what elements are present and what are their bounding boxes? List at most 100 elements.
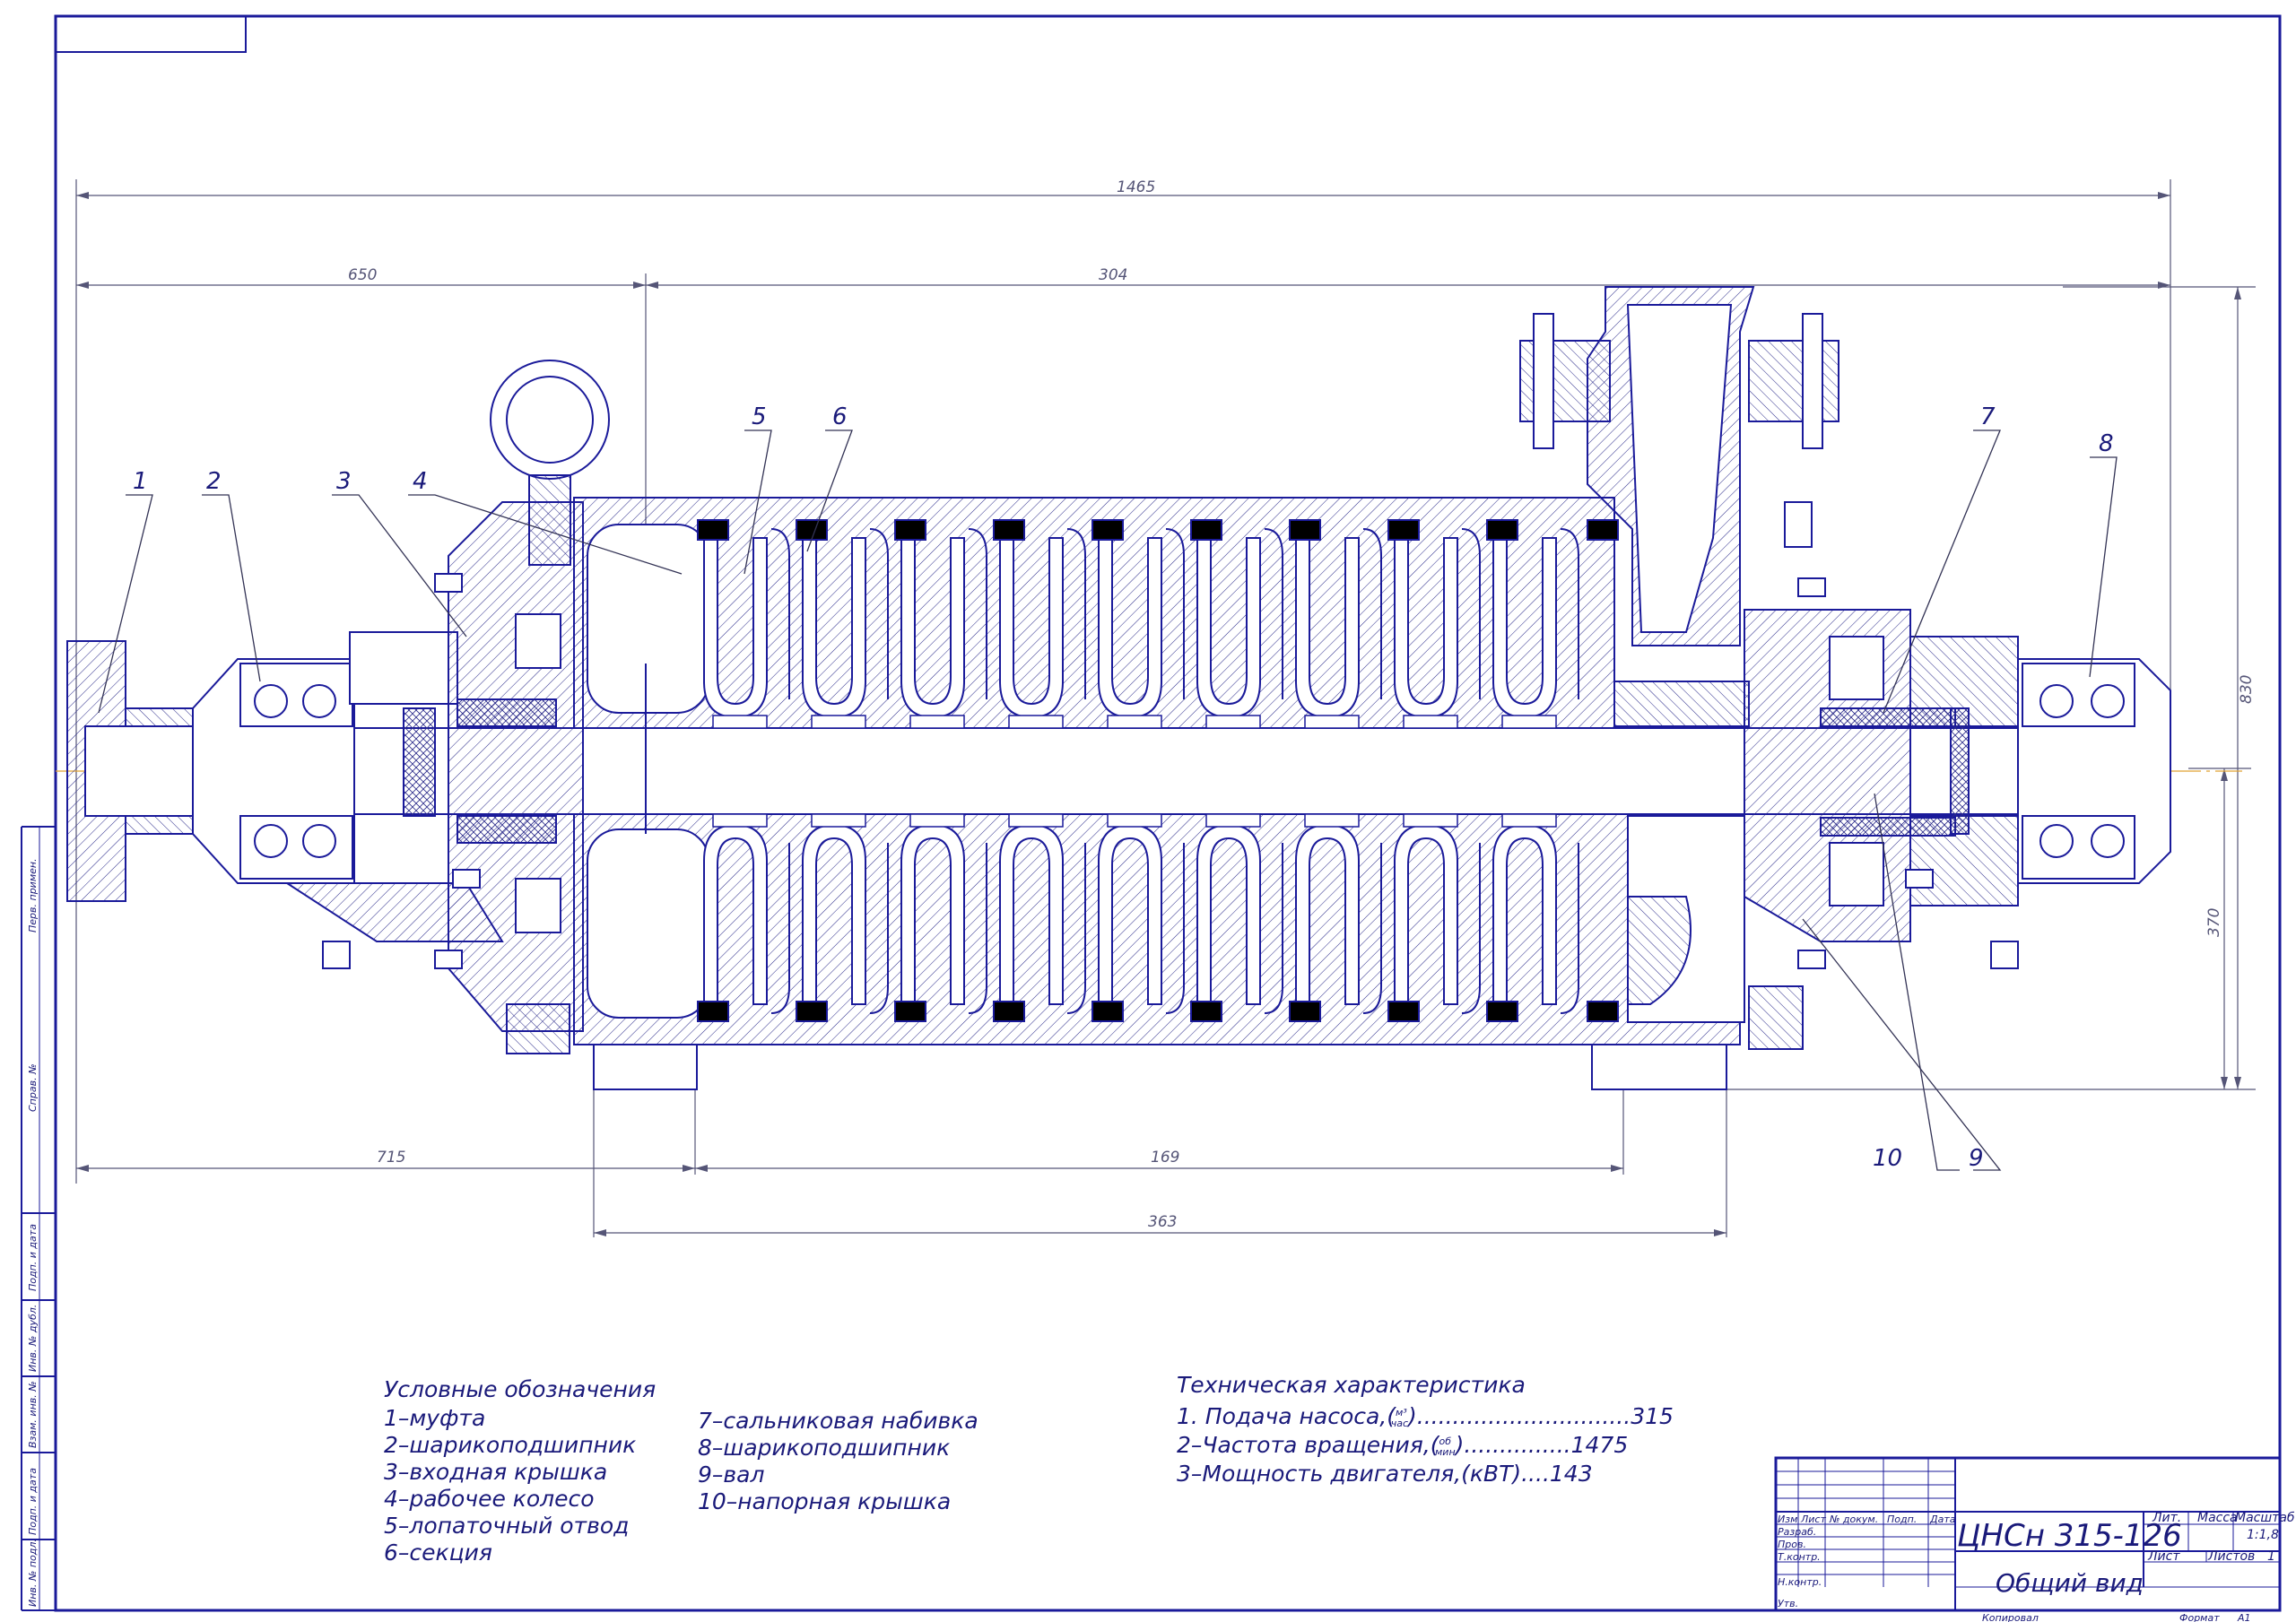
tb-col: Подп. — [1887, 1514, 1917, 1525]
seal-ring-top — [1091, 519, 1124, 541]
seal-ring-bottom — [1190, 1001, 1222, 1022]
seal-ring-top — [1190, 519, 1222, 541]
legend-item: 7–сальниковая набивка — [698, 1408, 978, 1434]
callout-7: 7 — [1980, 403, 1996, 430]
seal-ring-bottom — [1587, 1001, 1619, 1022]
tb-name: Общий вид — [1996, 1568, 2144, 1598]
stage-hub — [1403, 715, 1458, 729]
tb-row: Т.контр. — [1778, 1551, 1821, 1563]
tb-col: Изм — [1778, 1514, 1797, 1525]
tech-line-2: 2–Частота вращения,( — [1177, 1432, 1440, 1458]
dim-span: 304 — [1099, 266, 1127, 284]
tb-row: Разраб. — [1778, 1526, 1816, 1538]
tb-sheets: Листов — [2207, 1549, 2255, 1564]
tb-row: Н.контр. — [1778, 1576, 1822, 1588]
title-block-text: Изм Лист № докум. Подп. Дата Разраб. Про… — [1778, 1511, 2295, 1622]
dim-bottom-mid: 169 — [1151, 1149, 1179, 1167]
stage-hub — [1304, 715, 1360, 729]
stage-hub — [1304, 813, 1360, 828]
seal-ring-bottom — [1091, 1001, 1124, 1022]
tb-col: Лист — [1800, 1514, 1826, 1525]
seal-ring-bottom — [796, 1001, 828, 1022]
tb-col: № докум. — [1829, 1514, 1878, 1525]
seal-ring-top — [796, 519, 828, 541]
dim-height-total: 830 — [2238, 675, 2256, 704]
stage-hub — [1107, 715, 1162, 729]
seal-ring-top — [1387, 519, 1420, 541]
tb-format: Формат — [2179, 1612, 2220, 1622]
stage-hub — [1205, 813, 1261, 828]
callout-8: 8 — [2099, 430, 2114, 457]
tech-title: Техническая характеристика — [1177, 1372, 1526, 1398]
legend-item: 1–муфта — [384, 1405, 485, 1431]
dim-overall: 1465 — [1117, 178, 1155, 196]
tb-sheet: Лист — [2147, 1549, 2180, 1564]
callout-6: 6 — [832, 403, 848, 430]
legend-item: 8–шарикоподшипник — [698, 1435, 950, 1461]
stage-hub — [1205, 715, 1261, 729]
seal-ring-top — [993, 519, 1025, 541]
stage-hub — [712, 813, 768, 828]
dim-bottom-total: 363 — [1148, 1213, 1177, 1231]
legend-item: 2–шарикоподшипник — [384, 1432, 636, 1458]
seal-ring-bottom — [1289, 1001, 1321, 1022]
stage-hub — [811, 813, 866, 828]
tech-line-1: 1. Подача насоса,( — [1177, 1403, 1396, 1429]
legend-item: 9–вал — [698, 1462, 764, 1488]
coupling — [66, 640, 194, 902]
legend-item: 5–лопаточный отвод — [384, 1513, 629, 1539]
seal-ring-top — [1587, 519, 1619, 541]
callout-5: 5 — [752, 403, 767, 430]
callout-1: 1 — [133, 468, 148, 495]
tech-value-2: )...............1475 — [1454, 1432, 1629, 1458]
tb-format-value: А1 — [2237, 1612, 2251, 1622]
side-stamp-6: Подп. и дата — [27, 1468, 39, 1535]
callout-4: 4 — [413, 468, 428, 495]
legend-item: 3–входная крышка — [384, 1459, 607, 1485]
drawing-sheet: Перв. примен. Справ. № Подп. и дата Инв.… — [21, 14, 2295, 1622]
tb-copied: Копировал — [1982, 1612, 2039, 1622]
side-stamp: Перв. примен. Справ. № Подп. и дата Инв.… — [27, 858, 39, 1607]
svg-text:1. Подача насоса,(м³час)......: 1. Подача насоса,(м³ час)................… — [1177, 1403, 1674, 1429]
tech-specs: Техническая характеристика 1. Подача нас… — [1177, 1372, 1674, 1487]
tb-designation: ЦНСн 315-126 — [1957, 1518, 2182, 1554]
stage-hub — [909, 813, 965, 828]
stage-hub — [811, 715, 866, 729]
tech-line-3: 3–Мощность двигателя,(кВТ)....143 — [1177, 1461, 1593, 1487]
tb-scale-value: 1:1,8 — [2247, 1528, 2279, 1542]
seal-ring-bottom — [993, 1001, 1025, 1022]
stage-hub — [1008, 813, 1064, 828]
side-stamp-1: Перв. примен. — [27, 858, 39, 932]
dim-left: 650 — [348, 266, 377, 284]
svg-text:2–Частота вращения,(обмин)....: 2–Частота вращения,(об мин)..............… — [1177, 1432, 1628, 1458]
discharge-cover — [1627, 609, 1956, 1023]
seal-ring-top — [697, 519, 729, 541]
stage-hub — [1008, 715, 1064, 729]
side-stamp-5: Взам. инв. № — [27, 1381, 39, 1448]
foot-right — [1591, 1044, 1727, 1090]
stage-hub — [1501, 715, 1557, 729]
inlet-cover — [448, 501, 584, 1032]
side-stamp-4: Инв. № дубл. — [27, 1305, 39, 1372]
legend-item: 4–рабочее колесо — [384, 1486, 595, 1512]
tb-mass: Масса — [2197, 1511, 2238, 1525]
dim-bottom-left: 715 — [377, 1149, 405, 1167]
stage-hub — [1403, 813, 1458, 828]
foot-left — [593, 1044, 698, 1090]
tech-unit-den: мин — [1435, 1446, 1456, 1458]
callout-3: 3 — [336, 468, 352, 495]
callout-9: 9 — [1969, 1145, 1984, 1172]
tech-value-1: )..............................315 — [1406, 1403, 1674, 1429]
stage-hub — [1107, 813, 1162, 828]
side-stamp-7: Инв. № подл. — [27, 1539, 39, 1607]
seal-ring-bottom — [1387, 1001, 1420, 1022]
tb-row: Пров. — [1778, 1539, 1806, 1550]
legend-item: 10–напорная крышка — [698, 1488, 951, 1514]
seal-ring-bottom — [1486, 1001, 1518, 1022]
seal-ring-bottom — [697, 1001, 729, 1022]
legend: Условные обозначения 1–муфта 2–шарикопод… — [384, 1376, 978, 1566]
side-stamp-2: Справ. № — [27, 1063, 39, 1112]
pump-assembly — [66, 286, 2171, 1090]
side-stamp-3: Подп. и дата — [27, 1224, 39, 1291]
tb-sheets-value: 1 — [2267, 1549, 2275, 1564]
